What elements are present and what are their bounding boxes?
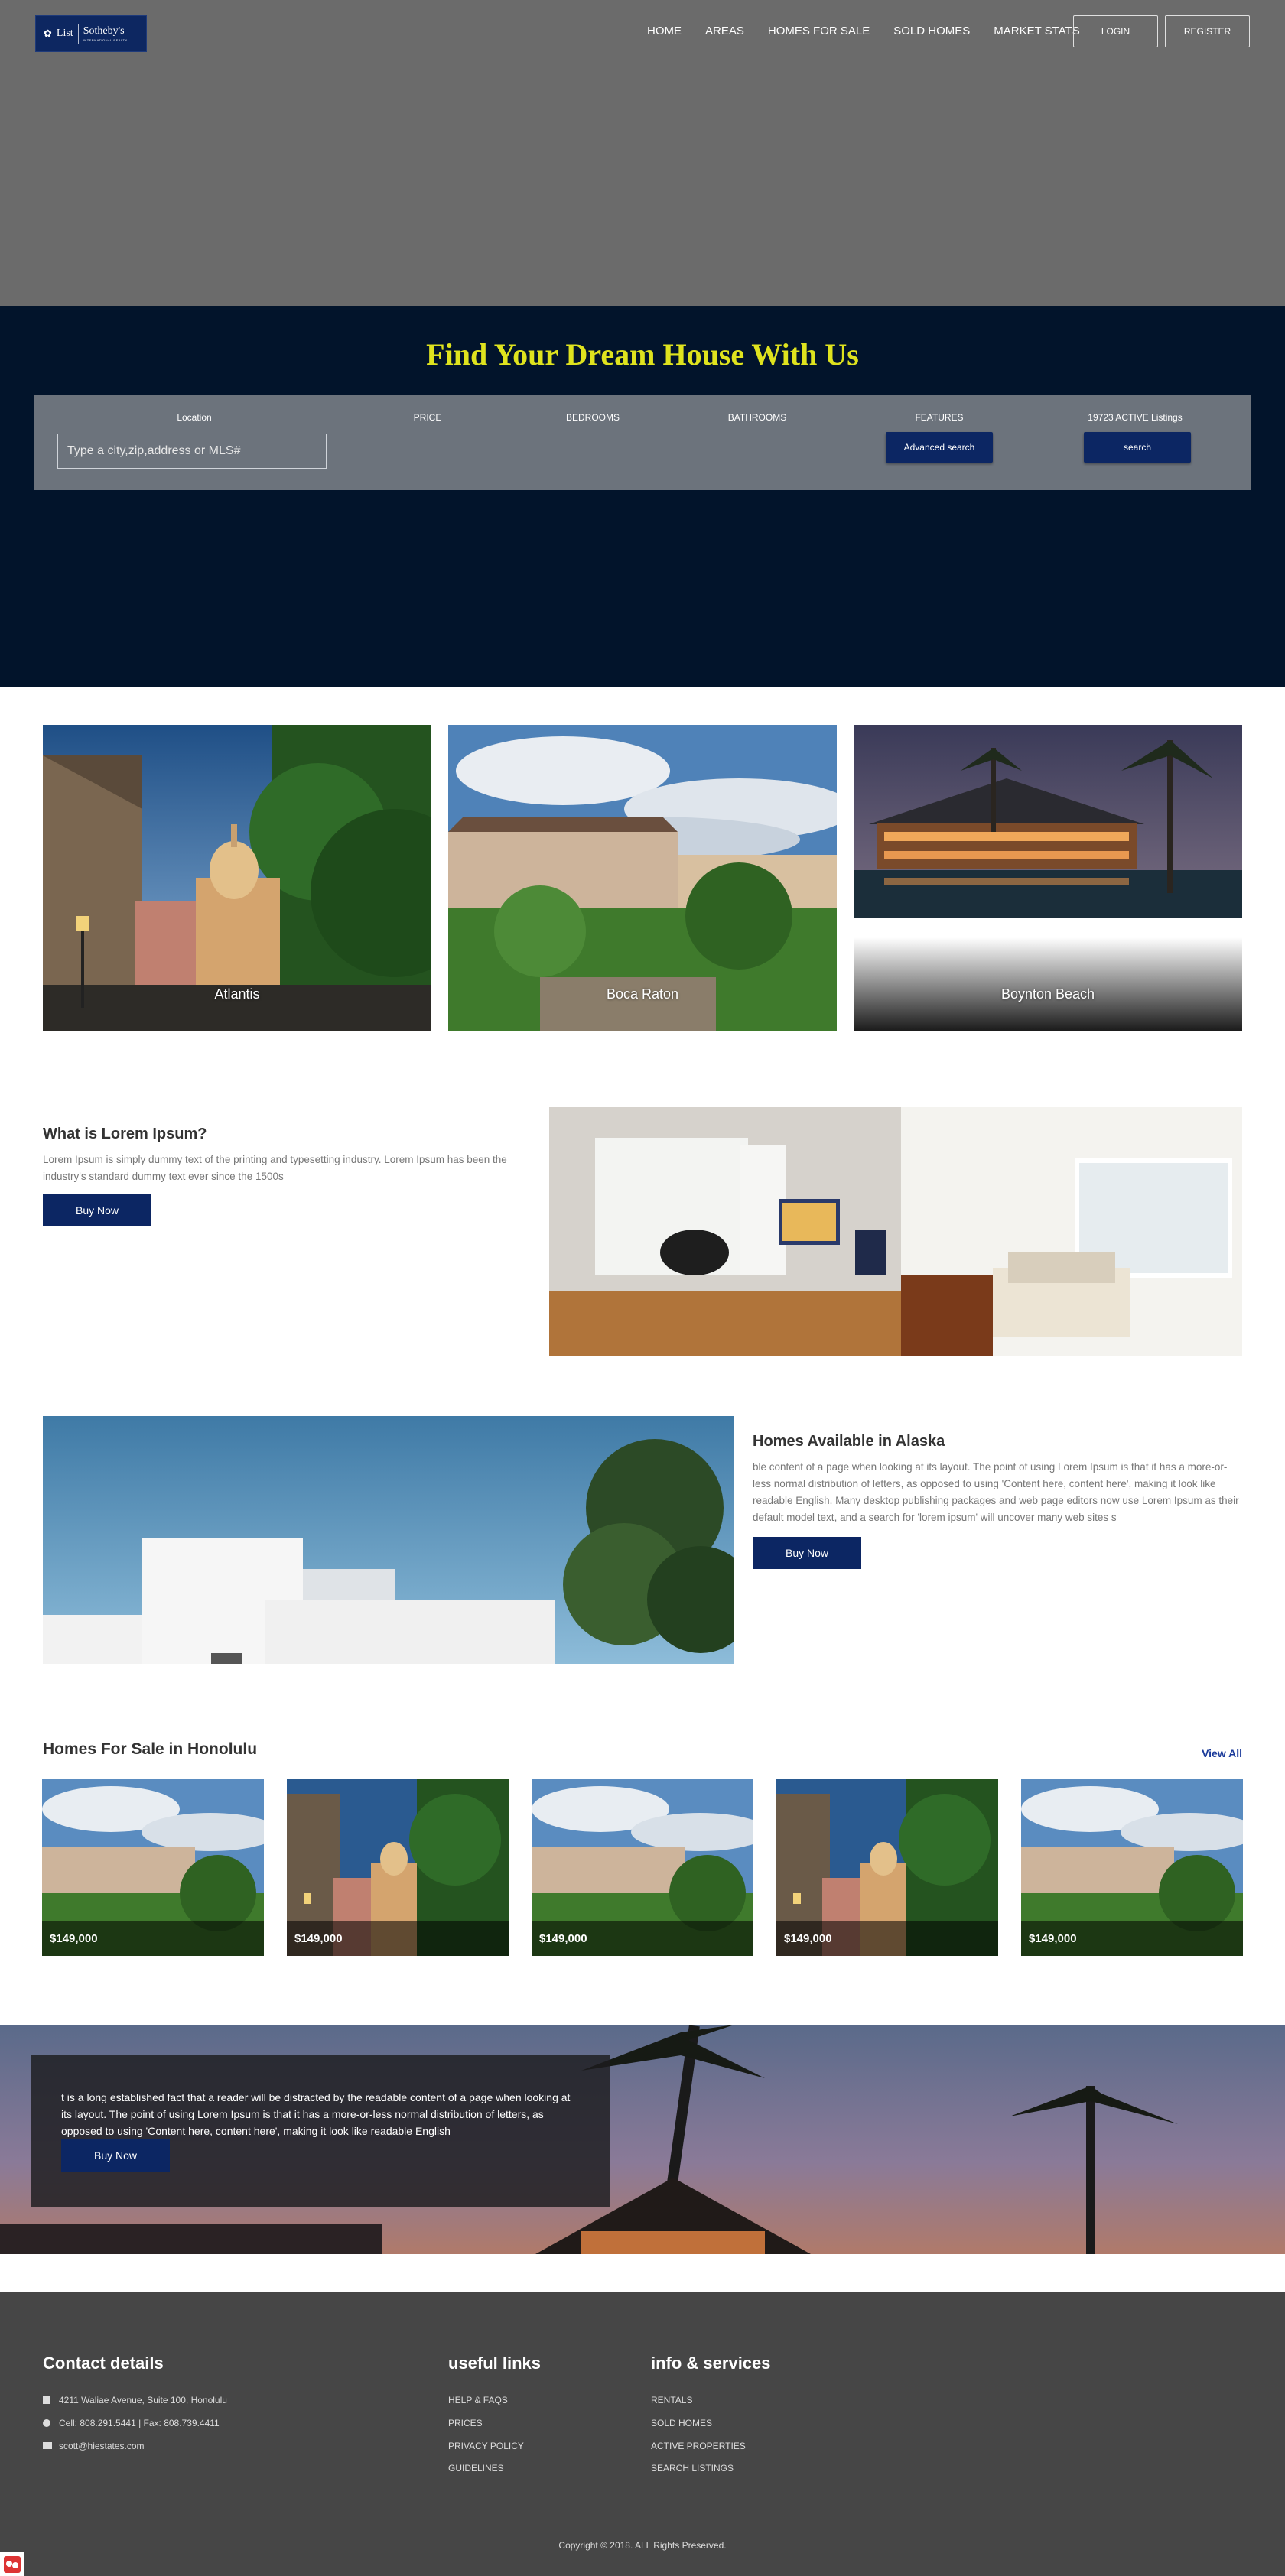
footer-link-sold-homes[interactable]: SOLD HOMES [651, 2418, 712, 2428]
footer-services-title: info & services [651, 2353, 771, 2373]
chat-widget-graphic [4, 2555, 21, 2573]
banner-buy-button[interactable]: Buy Now [61, 2139, 170, 2172]
bathrooms-filter[interactable]: BATHROOMS [711, 412, 803, 423]
features-label: FEATURES [915, 412, 964, 423]
location-label: Location [177, 412, 212, 423]
area-card-boynton-beach[interactable]: Boynton Beach [854, 937, 1242, 1031]
nav-market-stats[interactable]: MARKET STATS [994, 24, 1080, 37]
login-button[interactable]: LOGIN [1073, 15, 1158, 47]
white-building-image [43, 1416, 734, 1664]
footer-contact-title: Contact details [43, 2353, 164, 2373]
map-marker-icon [43, 2396, 50, 2404]
register-button[interactable]: REGISTER [1165, 15, 1250, 47]
hero-title: Find Your Dream House With Us [426, 337, 859, 372]
promo-banner: t is a long established fact that a read… [0, 2025, 1285, 2254]
listing-price: $149,000 [50, 1932, 98, 1945]
area-photo-resort [854, 725, 1242, 918]
listing-card[interactable]: $149,000 [287, 1779, 509, 1956]
phone-icon [43, 2419, 50, 2427]
white-building-photo [43, 1416, 734, 1664]
footer [0, 2292, 1285, 2576]
resort-image [854, 725, 1242, 918]
footer-link-search-listings[interactable]: SEARCH LISTINGS [651, 2463, 734, 2474]
site-logo[interactable]: ✿ List Sotheby's INTERNATIONAL REALTY [35, 15, 147, 52]
footer-phone: Cell: 808.291.5441 | Fax: 808.739.4411 [59, 2418, 220, 2428]
footer-link-privacy[interactable]: PRIVACY POLICY [448, 2441, 524, 2451]
footer-links-title: useful links [448, 2353, 542, 2373]
listing-card[interactable]: $149,000 [42, 1779, 264, 1956]
footer-email[interactable]: scott@hiestates.com [59, 2441, 145, 2451]
footer-link-help[interactable]: HELP & FAQS [448, 2395, 508, 2405]
living-room-image [549, 1107, 1242, 1356]
atlantis-image [43, 725, 431, 1031]
search-button[interactable]: search [1084, 432, 1191, 463]
area-card-boca-raton[interactable]: Boca Raton [448, 725, 837, 1031]
listing-card[interactable]: $149,000 [776, 1779, 998, 1956]
listings-title: Homes For Sale in Honolulu [43, 1740, 258, 1758]
info-2-buy-button[interactable]: Buy Now [753, 1537, 861, 1569]
info-1-text: Lorem Ipsum is simply dummy text of the … [43, 1154, 507, 1182]
nav-sold-homes[interactable]: SOLD HOMES [893, 24, 970, 37]
area-label-boca-raton: Boca Raton [606, 986, 679, 1002]
footer-link-rentals[interactable]: RENTALS [651, 2395, 692, 2405]
area-label-boynton-beach: Boynton Beach [1000, 986, 1095, 1002]
logo-list-text: List [56, 28, 73, 39]
listing-price: $149,000 [294, 1932, 343, 1945]
price-filter[interactable]: PRICE [382, 412, 473, 423]
chat-widget-icon[interactable] [0, 2552, 24, 2576]
advanced-search-button[interactable]: Advanced search [886, 432, 993, 463]
nav-home[interactable]: HOME [647, 24, 682, 37]
living-room-photo [549, 1107, 1242, 1356]
info-1-title: What is Lorem Ipsum? [43, 1126, 207, 1142]
location-search-input[interactable]: Type a city,zip,address or MLS# [57, 434, 327, 469]
listing-card[interactable]: $149,000 [532, 1779, 753, 1956]
nav-homes-for-sale[interactable]: HOMES FOR SALE [768, 24, 870, 37]
view-all-link[interactable]: View All [1186, 1747, 1242, 1759]
logo-divider [77, 24, 79, 44]
info-1-buy-button[interactable]: Buy Now [43, 1194, 151, 1226]
listing-price: $149,000 [1029, 1932, 1077, 1945]
active-listings-count: 19723 ACTIVE Listings [1088, 412, 1183, 423]
logo-brand-sub: INTERNATIONAL REALTY [83, 37, 128, 42]
info-2-title: Homes Available in Alaska [753, 1433, 945, 1450]
footer-link-prices[interactable]: PRICES [448, 2418, 483, 2428]
listing-card[interactable]: $149,000 [1021, 1779, 1243, 1956]
copyright: Copyright © 2018. ALL Rights Preserved. [558, 2540, 727, 2551]
area-label-atlantis: Atlantis [214, 986, 260, 1002]
banner-text-box: t is a long established fact that a read… [31, 2055, 610, 2207]
bedrooms-filter[interactable]: BEDROOMS [547, 412, 639, 423]
listing-price: $149,000 [784, 1932, 832, 1945]
email-icon [43, 2442, 52, 2449]
banner-text: t is a long established fact that a read… [61, 2091, 571, 2137]
main-nav: HOME AREAS HOMES FOR SALE SOLD HOMES MAR… [647, 24, 1104, 37]
area-card-atlantis[interactable]: Atlantis [43, 725, 431, 1031]
search-panel: Location PRICE BEDROOMS BATHROOMS FEATUR… [34, 395, 1251, 490]
boca-raton-image [448, 725, 837, 1031]
footer-link-guidelines[interactable]: GUIDELINES [448, 2463, 504, 2474]
nav-areas[interactable]: AREAS [705, 24, 744, 37]
info-2-text: ble content of a page when looking at it… [753, 1461, 1239, 1523]
logo-brand-name: Sotheby's [83, 24, 125, 37]
footer-address: 4211 Waliae Avenue, Suite 100, Honolulu [59, 2395, 227, 2405]
logo-mark-icon: ✿ [44, 28, 52, 39]
logo-brand: Sotheby's INTERNATIONAL REALTY [83, 24, 128, 42]
footer-link-active-properties[interactable]: ACTIVE PROPERTIES [651, 2441, 746, 2451]
listing-price: $149,000 [539, 1932, 587, 1945]
